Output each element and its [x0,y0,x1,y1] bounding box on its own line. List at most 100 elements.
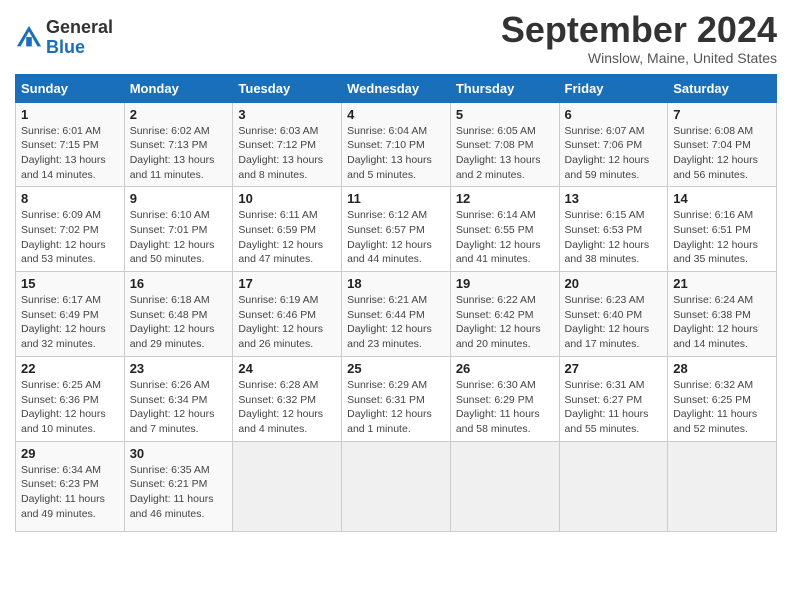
day-number: 9 [130,191,228,206]
calendar-cell [668,441,777,531]
day-info: Sunrise: 6:19 AMSunset: 6:46 PMDaylight:… [238,294,323,350]
calendar-week-row: 29 Sunrise: 6:34 AMSunset: 6:23 PMDaylig… [16,441,777,531]
calendar-cell: 25 Sunrise: 6:29 AMSunset: 6:31 PMDaylig… [342,356,451,441]
calendar-cell: 9 Sunrise: 6:10 AMSunset: 7:01 PMDayligh… [124,187,233,272]
month-title: September 2024 [501,10,777,50]
day-number: 26 [456,361,554,376]
calendar-cell: 8 Sunrise: 6:09 AMSunset: 7:02 PMDayligh… [16,187,125,272]
calendar-cell [450,441,559,531]
calendar-week-row: 15 Sunrise: 6:17 AMSunset: 6:49 PMDaylig… [16,272,777,357]
day-info: Sunrise: 6:12 AMSunset: 6:57 PMDaylight:… [347,209,432,265]
calendar-cell: 19 Sunrise: 6:22 AMSunset: 6:42 PMDaylig… [450,272,559,357]
day-info: Sunrise: 6:31 AMSunset: 6:27 PMDaylight:… [565,379,649,435]
day-info: Sunrise: 6:18 AMSunset: 6:48 PMDaylight:… [130,294,215,350]
logo-blue-text: Blue [46,38,113,58]
day-info: Sunrise: 6:25 AMSunset: 6:36 PMDaylight:… [21,379,106,435]
day-number: 8 [21,191,119,206]
day-number: 24 [238,361,336,376]
day-number: 20 [565,276,663,291]
day-info: Sunrise: 6:15 AMSunset: 6:53 PMDaylight:… [565,209,650,265]
day-info: Sunrise: 6:28 AMSunset: 6:32 PMDaylight:… [238,379,323,435]
day-number: 1 [21,107,119,122]
day-number: 29 [21,446,119,461]
calendar-cell: 6 Sunrise: 6:07 AMSunset: 7:06 PMDayligh… [559,102,668,187]
calendar-cell: 13 Sunrise: 6:15 AMSunset: 6:53 PMDaylig… [559,187,668,272]
calendar-cell [559,441,668,531]
day-info: Sunrise: 6:11 AMSunset: 6:59 PMDaylight:… [238,209,323,265]
calendar-cell: 18 Sunrise: 6:21 AMSunset: 6:44 PMDaylig… [342,272,451,357]
day-number: 12 [456,191,554,206]
day-number: 30 [130,446,228,461]
calendar-cell: 23 Sunrise: 6:26 AMSunset: 6:34 PMDaylig… [124,356,233,441]
day-info: Sunrise: 6:10 AMSunset: 7:01 PMDaylight:… [130,209,215,265]
day-info: Sunrise: 6:01 AMSunset: 7:15 PMDaylight:… [21,125,106,181]
weekday-header-tuesday: Tuesday [233,74,342,102]
day-info: Sunrise: 6:03 AMSunset: 7:12 PMDaylight:… [238,125,323,181]
day-number: 3 [238,107,336,122]
calendar-table: SundayMondayTuesdayWednesdayThursdayFrid… [15,74,777,532]
day-info: Sunrise: 6:22 AMSunset: 6:42 PMDaylight:… [456,294,541,350]
day-number: 13 [565,191,663,206]
day-info: Sunrise: 6:05 AMSunset: 7:08 PMDaylight:… [456,125,541,181]
calendar-cell: 22 Sunrise: 6:25 AMSunset: 6:36 PMDaylig… [16,356,125,441]
calendar-week-row: 1 Sunrise: 6:01 AMSunset: 7:15 PMDayligh… [16,102,777,187]
weekday-header-sunday: Sunday [16,74,125,102]
title-area: September 2024 Winslow, Maine, United St… [501,10,777,66]
day-number: 5 [456,107,554,122]
calendar-cell: 4 Sunrise: 6:04 AMSunset: 7:10 PMDayligh… [342,102,451,187]
location-text: Winslow, Maine, United States [501,50,777,66]
calendar-cell: 30 Sunrise: 6:35 AMSunset: 6:21 PMDaylig… [124,441,233,531]
day-number: 2 [130,107,228,122]
day-number: 16 [130,276,228,291]
logo: General Blue [15,18,113,58]
weekday-header-friday: Friday [559,74,668,102]
calendar-cell: 17 Sunrise: 6:19 AMSunset: 6:46 PMDaylig… [233,272,342,357]
day-info: Sunrise: 6:32 AMSunset: 6:25 PMDaylight:… [673,379,757,435]
calendar-cell: 12 Sunrise: 6:14 AMSunset: 6:55 PMDaylig… [450,187,559,272]
calendar-cell: 21 Sunrise: 6:24 AMSunset: 6:38 PMDaylig… [668,272,777,357]
day-info: Sunrise: 6:35 AMSunset: 6:21 PMDaylight:… [130,464,214,520]
day-number: 10 [238,191,336,206]
page-header: General Blue September 2024 Winslow, Mai… [15,10,777,66]
logo-general-text: General [46,18,113,38]
day-info: Sunrise: 6:21 AMSunset: 6:44 PMDaylight:… [347,294,432,350]
day-number: 14 [673,191,771,206]
calendar-cell: 20 Sunrise: 6:23 AMSunset: 6:40 PMDaylig… [559,272,668,357]
day-info: Sunrise: 6:30 AMSunset: 6:29 PMDaylight:… [456,379,540,435]
calendar-cell: 2 Sunrise: 6:02 AMSunset: 7:13 PMDayligh… [124,102,233,187]
weekday-header-row: SundayMondayTuesdayWednesdayThursdayFrid… [16,74,777,102]
calendar-cell: 28 Sunrise: 6:32 AMSunset: 6:25 PMDaylig… [668,356,777,441]
weekday-header-saturday: Saturday [668,74,777,102]
day-number: 11 [347,191,445,206]
calendar-cell: 10 Sunrise: 6:11 AMSunset: 6:59 PMDaylig… [233,187,342,272]
day-info: Sunrise: 6:23 AMSunset: 6:40 PMDaylight:… [565,294,650,350]
calendar-cell: 3 Sunrise: 6:03 AMSunset: 7:12 PMDayligh… [233,102,342,187]
day-info: Sunrise: 6:34 AMSunset: 6:23 PMDaylight:… [21,464,105,520]
calendar-week-row: 8 Sunrise: 6:09 AMSunset: 7:02 PMDayligh… [16,187,777,272]
day-number: 7 [673,107,771,122]
calendar-cell: 16 Sunrise: 6:18 AMSunset: 6:48 PMDaylig… [124,272,233,357]
day-number: 27 [565,361,663,376]
calendar-cell: 26 Sunrise: 6:30 AMSunset: 6:29 PMDaylig… [450,356,559,441]
calendar-cell: 15 Sunrise: 6:17 AMSunset: 6:49 PMDaylig… [16,272,125,357]
day-number: 15 [21,276,119,291]
day-number: 28 [673,361,771,376]
weekday-header-thursday: Thursday [450,74,559,102]
calendar-cell: 14 Sunrise: 6:16 AMSunset: 6:51 PMDaylig… [668,187,777,272]
calendar-cell: 7 Sunrise: 6:08 AMSunset: 7:04 PMDayligh… [668,102,777,187]
day-number: 18 [347,276,445,291]
day-info: Sunrise: 6:26 AMSunset: 6:34 PMDaylight:… [130,379,215,435]
weekday-header-monday: Monday [124,74,233,102]
day-info: Sunrise: 6:02 AMSunset: 7:13 PMDaylight:… [130,125,215,181]
day-info: Sunrise: 6:16 AMSunset: 6:51 PMDaylight:… [673,209,758,265]
calendar-cell: 29 Sunrise: 6:34 AMSunset: 6:23 PMDaylig… [16,441,125,531]
calendar-cell: 24 Sunrise: 6:28 AMSunset: 6:32 PMDaylig… [233,356,342,441]
calendar-cell [233,441,342,531]
calendar-cell: 27 Sunrise: 6:31 AMSunset: 6:27 PMDaylig… [559,356,668,441]
day-number: 22 [21,361,119,376]
calendar-cell [342,441,451,531]
calendar-cell: 11 Sunrise: 6:12 AMSunset: 6:57 PMDaylig… [342,187,451,272]
day-info: Sunrise: 6:08 AMSunset: 7:04 PMDaylight:… [673,125,758,181]
day-number: 4 [347,107,445,122]
day-number: 6 [565,107,663,122]
